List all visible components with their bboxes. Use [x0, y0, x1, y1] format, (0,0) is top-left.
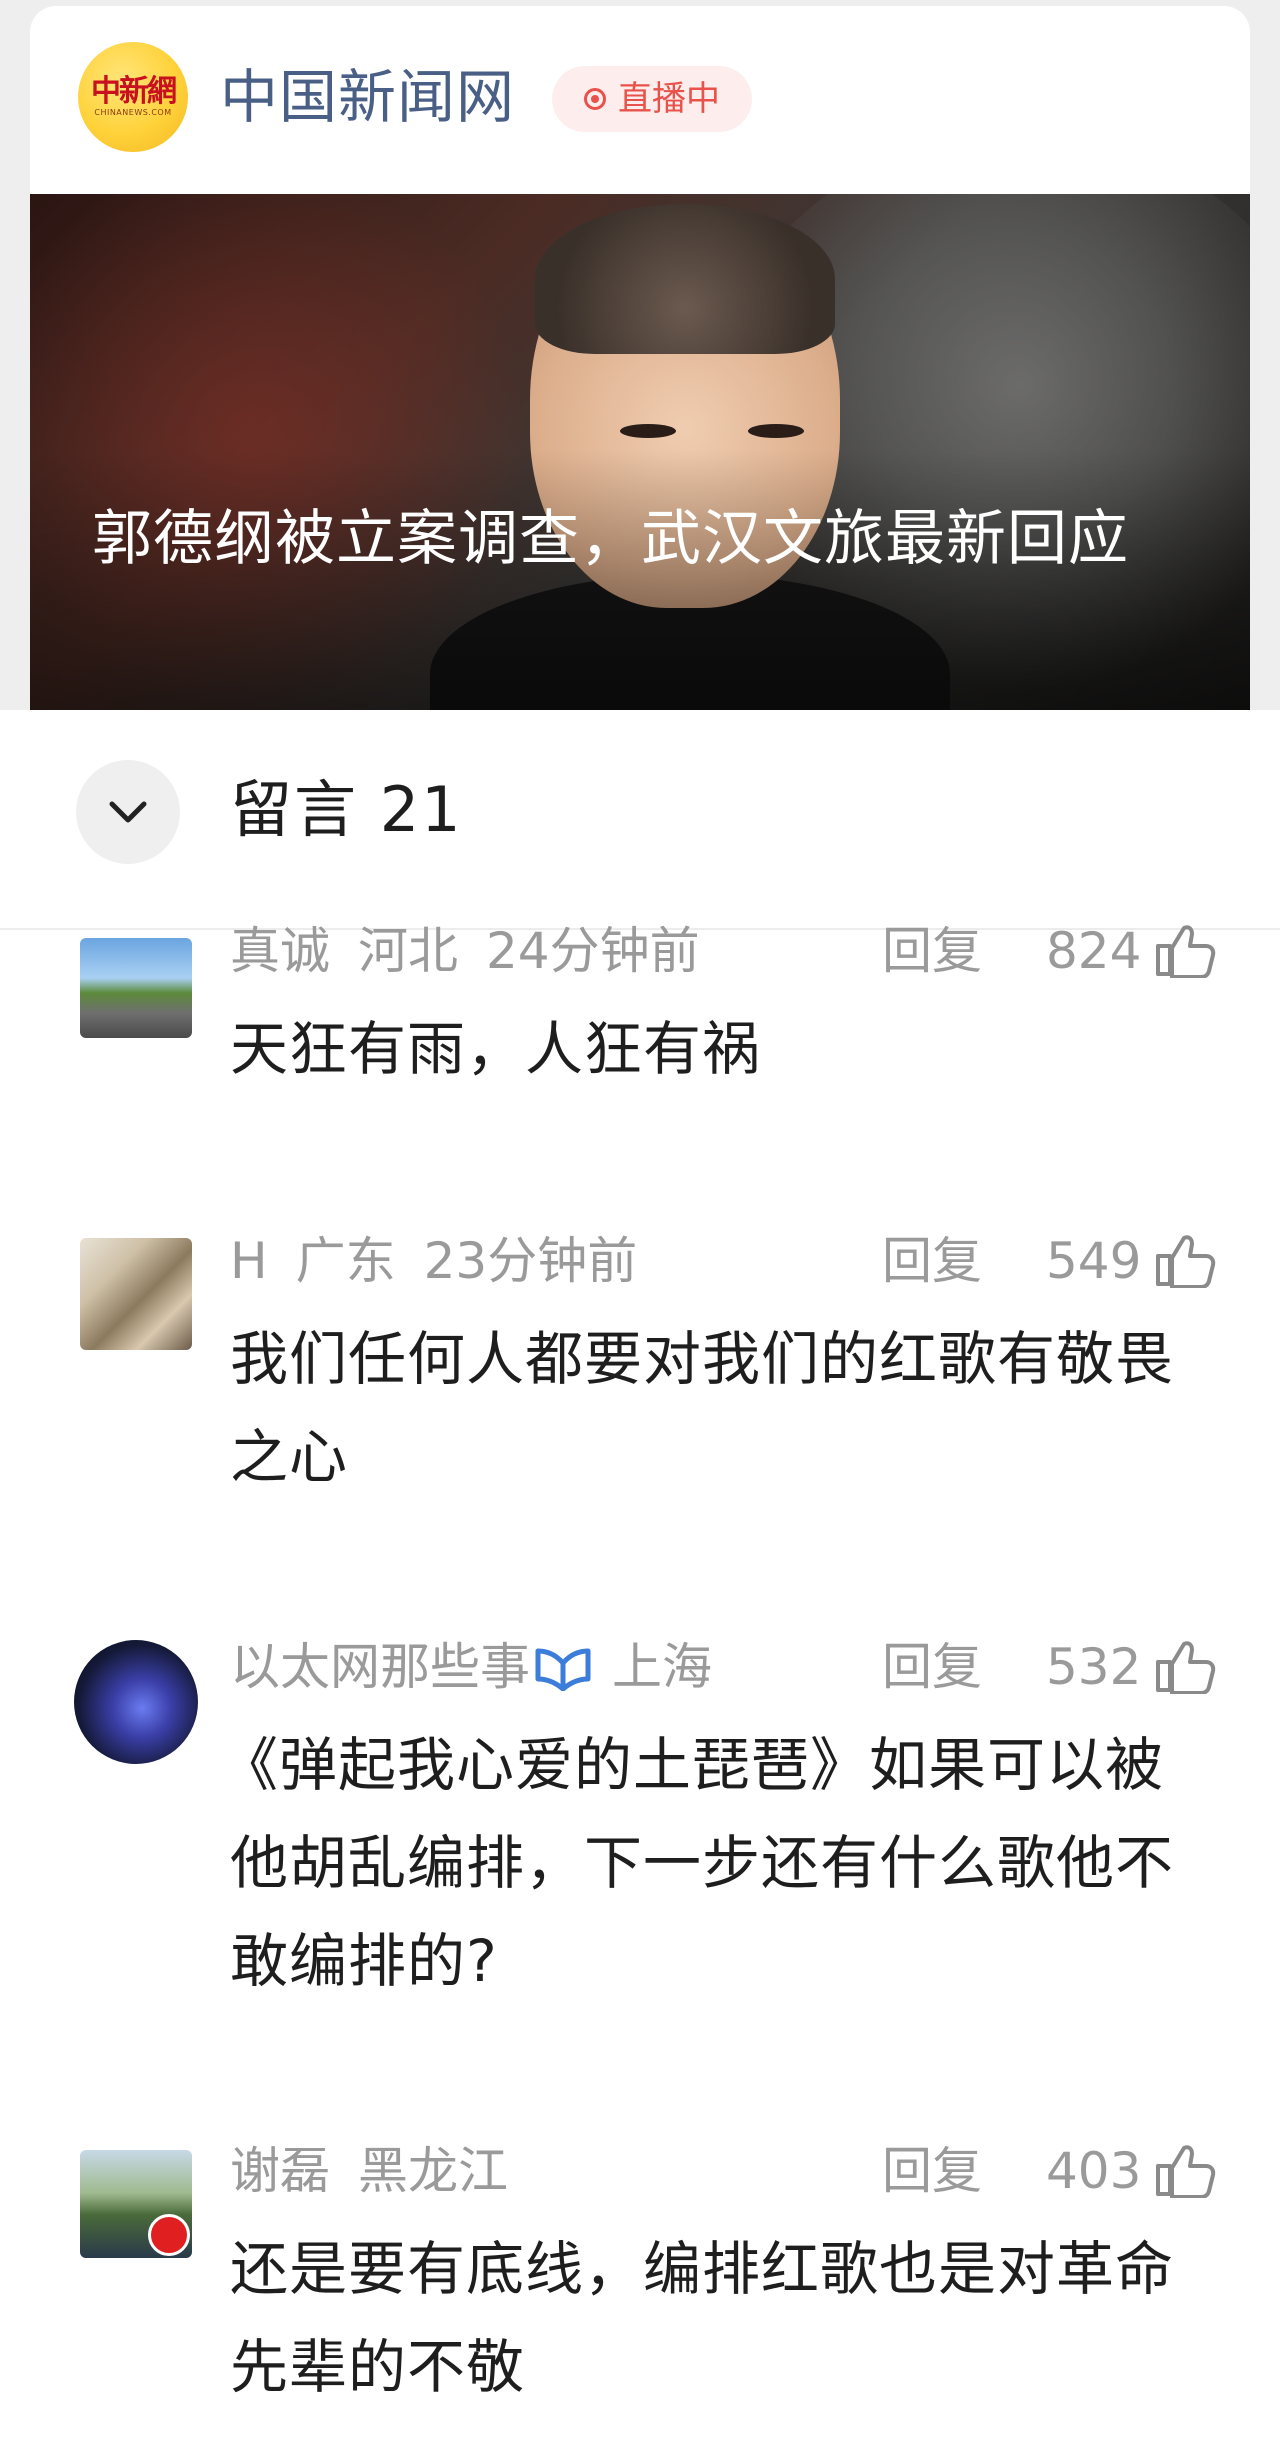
chevron-down-icon [109, 801, 147, 823]
user-avatar[interactable] [80, 938, 192, 1038]
like-count: 549 [1046, 1232, 1142, 1290]
like-count: 824 [1046, 922, 1142, 980]
collapse-button[interactable] [76, 760, 180, 864]
news-card[interactable]: 中新網 CHINANEWS.COM 中国新闻网 直播中 郭德纲被立案调查，武汉文… [30, 6, 1250, 710]
thumbs-up-icon[interactable] [1154, 1232, 1218, 1288]
publisher-logo[interactable]: 中新網 CHINANEWS.COM [78, 42, 188, 152]
comments-header: 留言 21 [0, 710, 1280, 930]
comments-title: 留言 21 [230, 773, 463, 846]
comment-location: 上海 [612, 1638, 712, 1696]
comment-username[interactable]: 以太网那些事 [230, 1638, 530, 1696]
reply-button[interactable]: 回复 [882, 1226, 982, 1296]
card-header: 中新網 CHINANEWS.COM 中国新闻网 直播中 [30, 6, 1250, 194]
comment-text: 《弹起我心爱的土琵琶》如果可以被他胡乱编排，下一步还有什么歌他不敢编排的? [220, 1731, 1175, 1995]
user-avatar[interactable] [74, 1640, 198, 1764]
comment-text: 还是要有底线，编排红歌也是对革命先辈的不敬 [230, 2235, 1175, 2401]
comment-meta: 以太网那些事 上海 [230, 1632, 740, 1702]
reply-button[interactable]: 回复 [882, 2136, 982, 2206]
comment-time: 23分钟前 [423, 1232, 638, 1290]
logo-text: 中新網 [91, 74, 177, 109]
hero-image[interactable]: 郭德纲被立案调查，武汉文旅最新回应 [30, 194, 1250, 710]
comment-location: 黑龙江 [358, 2142, 508, 2200]
comment-text: 我们任何人都要对我们的红歌有敬畏之心 [230, 1325, 1175, 1491]
comment-meta: 真诚 河北 24分钟前 [230, 916, 728, 986]
comment-time: 24分钟前 [486, 922, 700, 980]
portrait-hair [535, 204, 835, 354]
comments-sheet: 留言 21 真诚 河北 24分钟前 回复 824 天狂有雨，人狂有祸 H 广东 23分钟… [0, 710, 1280, 2452]
comment-username[interactable]: 谢磊 [230, 2142, 330, 2200]
thumbs-up-icon[interactable] [1154, 922, 1218, 978]
logo-subtext: CHINANEWS.COM [94, 108, 172, 117]
thumbs-up-icon[interactable] [1154, 1638, 1218, 1694]
live-badge[interactable]: 直播中 [552, 66, 752, 132]
portrait-eye [620, 424, 676, 438]
like-count: 532 [1046, 1638, 1142, 1696]
comment-meta: 谢磊 黑龙江 [230, 2136, 536, 2206]
verified-badge-icon [535, 1648, 591, 1691]
comment-location: 广东 [295, 1232, 396, 1290]
comment-username[interactable]: 真诚 [230, 922, 330, 980]
portrait-eye [748, 424, 804, 438]
comment-text: 天狂有雨，人狂有祸 [230, 1015, 762, 1083]
live-badge-label: 直播中 [618, 79, 720, 119]
live-dot-icon [584, 88, 606, 110]
article-headline[interactable]: 郭德纲被立案调查，武汉文旅最新回应 [92, 492, 1202, 586]
user-avatar[interactable] [80, 2150, 192, 2258]
like-count: 403 [1046, 2142, 1142, 2200]
comment-meta: H 广东 23分钟前 [230, 1226, 665, 1296]
comment-username[interactable]: H [230, 1232, 268, 1290]
user-avatar[interactable] [80, 1238, 192, 1350]
reply-button[interactable]: 回复 [882, 1632, 982, 1702]
flag-badge-icon [148, 2214, 190, 2256]
thumbs-up-icon[interactable] [1154, 2142, 1218, 2198]
publisher-name[interactable]: 中国新闻网 [220, 62, 515, 132]
reply-button[interactable]: 回复 [882, 916, 982, 986]
comment-location: 河北 [358, 922, 458, 980]
